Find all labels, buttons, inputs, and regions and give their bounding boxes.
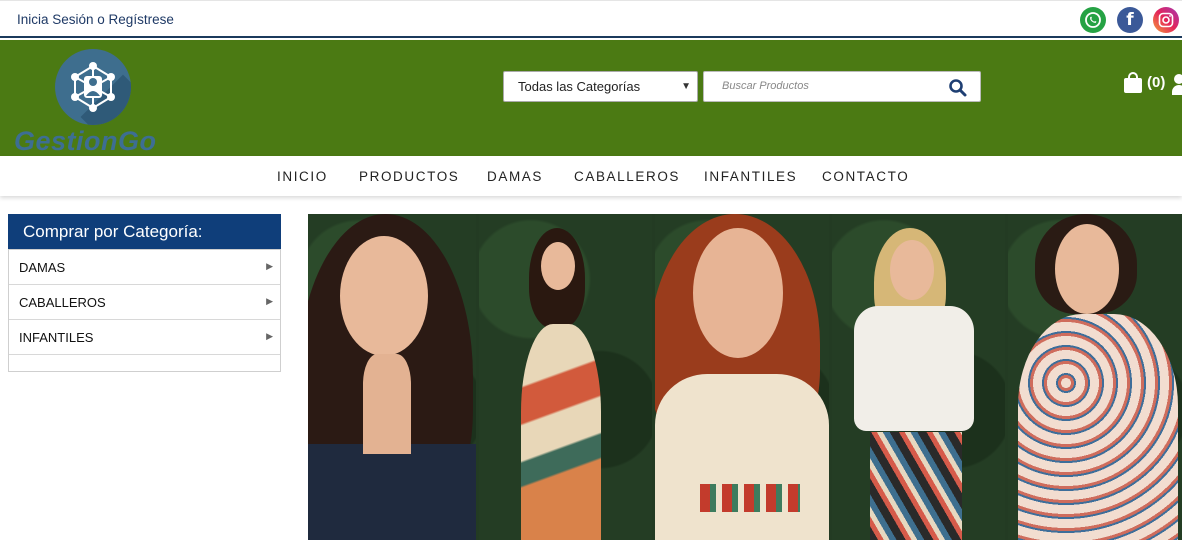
- nav-item-productos[interactable]: PRODUCTOS: [359, 169, 459, 184]
- search-input[interactable]: Buscar Productos: [722, 80, 809, 92]
- logo-emblem[interactable]: [55, 49, 131, 125]
- user-icon[interactable]: [1172, 74, 1182, 96]
- main-nav: INICIO PRODUCTOS DAMAS CABALLEROS INFANT…: [0, 156, 1182, 196]
- sidebar-item-damas[interactable]: DAMAS ▶: [9, 250, 280, 285]
- hero-banner[interactable]: [308, 214, 1182, 540]
- cart-button[interactable]: (0): [1123, 72, 1166, 93]
- chevron-right-icon: ▶: [266, 331, 273, 341]
- nav-item-caballeros[interactable]: CABALLEROS: [574, 169, 680, 184]
- logo-wordmark[interactable]: GestionGo: [14, 126, 157, 157]
- sidebar-item-caballeros[interactable]: CABALLEROS ▶: [9, 285, 280, 320]
- top-bar: Inicia Sesión o Regístrese f: [0, 0, 1182, 38]
- sidebar-item-label: CABALLEROS: [19, 295, 106, 310]
- sidebar-title: Comprar por Categoría:: [8, 214, 281, 249]
- nav-item-inicio[interactable]: INICIO: [277, 169, 328, 184]
- chevron-right-icon: ▶: [266, 261, 273, 271]
- category-sidebar: DAMAS ▶ CABALLEROS ▶ INFANTILES ▶: [8, 249, 281, 372]
- search-icon[interactable]: [948, 78, 968, 98]
- login-register-link[interactable]: Inicia Sesión o Regístrese: [17, 12, 174, 27]
- banner-photo: [832, 214, 1005, 540]
- chevron-right-icon: ▶: [266, 296, 273, 306]
- facebook-icon[interactable]: f: [1117, 7, 1143, 33]
- whatsapp-icon[interactable]: [1080, 7, 1106, 33]
- sidebar-item-infantiles[interactable]: INFANTILES ▶: [9, 320, 280, 355]
- instagram-icon[interactable]: [1153, 7, 1179, 33]
- search-box[interactable]: Buscar Productos: [703, 71, 981, 102]
- shopping-bag-icon: [1123, 72, 1143, 93]
- chevron-down-icon: ▼: [681, 81, 691, 92]
- sidebar-item-label: DAMAS: [19, 260, 66, 275]
- banner-photo: [655, 214, 829, 540]
- banner-photo: [308, 214, 476, 540]
- category-select[interactable]: Todas las Categorías ▼: [503, 71, 698, 102]
- site-header: GestionGo Todas las Categorías ▼ Buscar …: [0, 40, 1182, 156]
- category-select-value: Todas las Categorías: [518, 79, 641, 94]
- banner-photo: [1008, 214, 1182, 540]
- nav-item-contacto[interactable]: CONTACTO: [822, 169, 909, 184]
- banner-photo: [479, 214, 652, 540]
- sidebar-item-label: INFANTILES: [19, 330, 94, 345]
- nav-item-infantiles[interactable]: INFANTILES: [704, 169, 797, 184]
- nav-item-damas[interactable]: DAMAS: [487, 169, 543, 184]
- cart-count: (0): [1147, 73, 1166, 91]
